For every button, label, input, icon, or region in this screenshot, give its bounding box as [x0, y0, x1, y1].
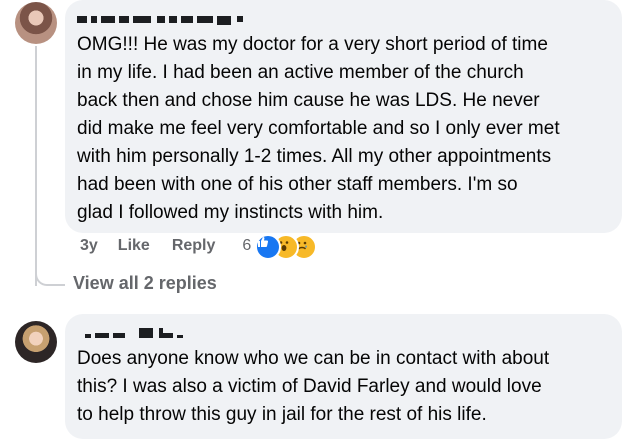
- comment-actions: 3y Like Reply 6: [80, 234, 319, 260]
- author-name-redacted[interactable]: [77, 10, 610, 27]
- thread-line: [35, 46, 37, 286]
- comment-text: OMG!!! He was my doctor for a very short…: [77, 34, 560, 223]
- thread-connector: [35, 262, 65, 286]
- author-name-redacted[interactable]: [77, 324, 610, 341]
- avatar[interactable]: [15, 2, 57, 44]
- reaction-summary[interactable]: [255, 234, 319, 260]
- comment-text: Does anyone know who we can be in contac…: [77, 348, 550, 425]
- avatar[interactable]: [15, 321, 57, 363]
- comment-age[interactable]: 3y: [80, 237, 98, 255]
- view-replies-link[interactable]: View all 2 replies: [73, 273, 217, 294]
- like-button[interactable]: Like: [118, 237, 150, 255]
- redacted-name-mark: [77, 16, 243, 26]
- comment-bubble: OMG!!! He was my doctor for a very short…: [65, 0, 622, 233]
- redacted-name-mark: [85, 328, 183, 339]
- reaction-count[interactable]: 6: [242, 237, 251, 255]
- comment-bubble: Does anyone know who we can be in contac…: [65, 314, 622, 439]
- reply-button[interactable]: Reply: [172, 237, 216, 255]
